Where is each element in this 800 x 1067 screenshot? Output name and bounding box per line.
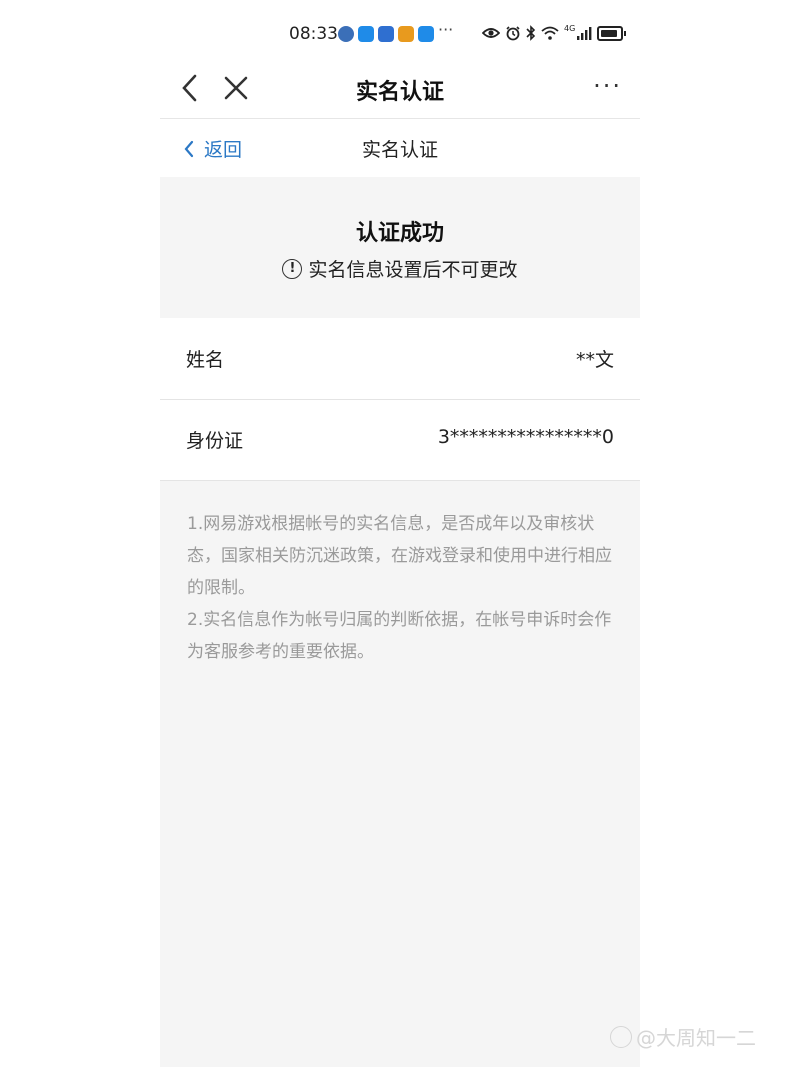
page-title: 实名认证 [355,80,444,105]
watermark-text: @大周知一二 [636,1026,756,1050]
note-item: 1.网易游戏根据帐号的实名信息，是否成年以及审核状态，国家相关防沉迷政策，在游戏… [187,514,612,598]
success-title: 认证成功 [355,221,444,246]
name-row: 姓名 **文 [160,319,640,400]
status-bar: 08:33 ··· 4G [160,18,640,52]
app-notification-icon [378,26,394,42]
app-notification-icon [358,26,374,42]
status-icons: 4G [482,23,627,41]
status-time: 08:33 [289,24,338,44]
id-card-row: 身份证 3****************0 [160,400,640,481]
sub-header-title: 实名认证 [361,139,438,161]
watermark: @大周知一二 [610,1022,756,1051]
notification-app-icons [338,26,434,42]
alarm-icon [506,26,520,41]
app-notification-icon [398,26,414,42]
app-notification-icon [338,26,354,42]
bluetooth-icon [526,25,536,41]
phone-screen: 08:33 ··· 4G 实名认证 ··· 返回 实名认证 认证成功 ! 实名信… [160,0,640,1067]
notes-panel: 1.网易游戏根据帐号的实名信息，是否成年以及审核状态，国家相关防沉迷政策，在游戏… [160,481,640,1067]
success-notice: ! 实名信息设置后不可更改 [160,255,640,282]
network-type-label: 4G [564,23,576,33]
paw-icon [610,1025,632,1048]
more-options-button[interactable]: ··· [593,72,622,100]
more-notifications-icon: ··· [438,20,454,39]
id-card-value: 3****************0 [437,426,614,448]
verification-success-panel: 认证成功 ! 实名信息设置后不可更改 [160,177,640,318]
top-navigation-bar: 实名认证 ··· [160,60,640,119]
app-notification-icon [418,26,434,42]
sub-header: 返回 实名认证 [160,119,640,177]
battery-icon [597,25,627,41]
eye-icon [482,28,500,38]
id-card-label: 身份证 [186,430,244,452]
note-item: 2.实名信息作为帐号归属的判断依据，在帐号申诉时会作为客服参考的重要依据。 [187,610,612,662]
name-label: 姓名 [186,349,225,371]
notice-text: 实名信息设置后不可更改 [308,259,518,281]
wifi-icon [541,26,559,40]
name-value: **文 [575,349,614,371]
signal-icon [577,27,592,40]
info-icon: ! [282,258,303,279]
